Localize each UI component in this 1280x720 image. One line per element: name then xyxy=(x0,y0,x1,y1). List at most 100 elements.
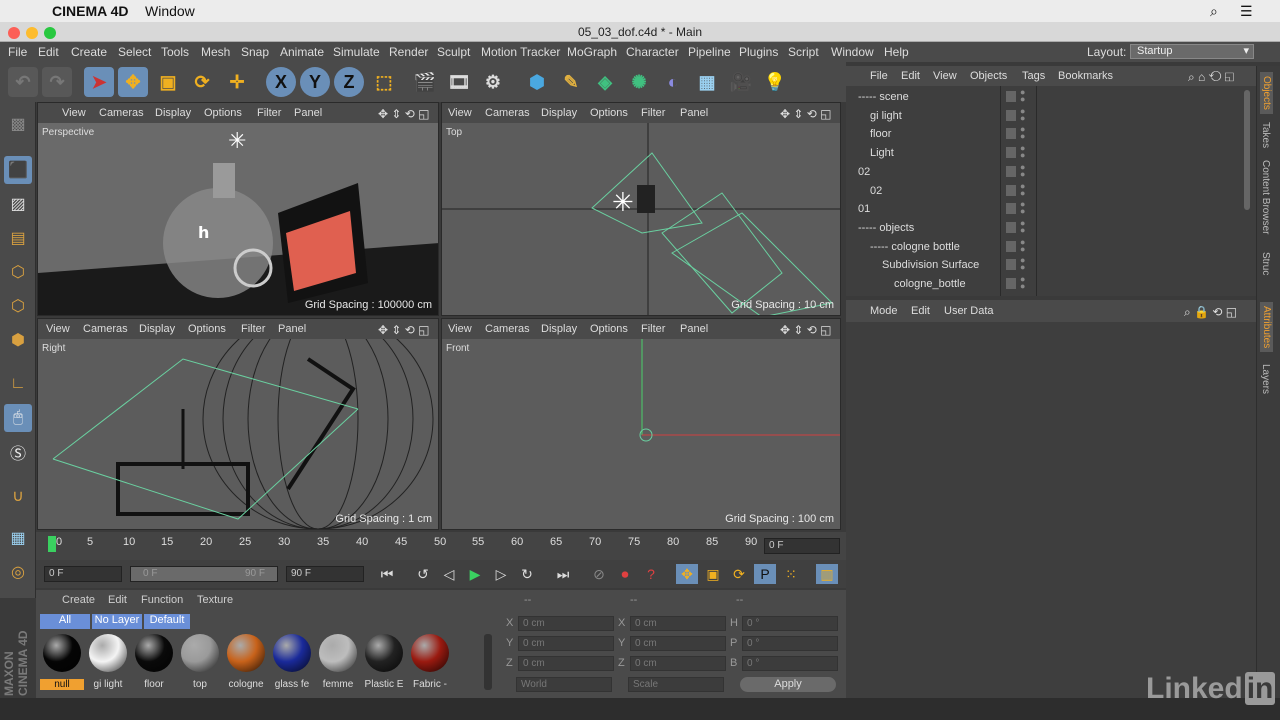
layer-toggle-icon[interactable] xyxy=(1006,203,1016,215)
menu-tools[interactable]: Tools xyxy=(161,45,189,59)
vp-menu-filter[interactable]: Filter xyxy=(641,107,665,119)
object-row[interactable]: 01 ● ● xyxy=(846,200,1246,218)
select-tool-icon[interactable]: ➤ xyxy=(84,67,114,97)
close-window-icon[interactable] xyxy=(8,27,20,39)
mat-menu-edit[interactable]: Edit xyxy=(108,594,127,606)
visibility-dots-icon[interactable]: ● ● xyxy=(1020,106,1025,122)
coord-rot-p-field[interactable]: 0 ° xyxy=(742,636,838,651)
attr-menu-mode[interactable]: Mode xyxy=(870,305,898,317)
menu-file[interactable]: File xyxy=(8,45,27,59)
obj-menu-bookmarks[interactable]: Bookmarks xyxy=(1058,70,1113,82)
visibility-dots-icon[interactable]: ● ● xyxy=(1020,181,1025,197)
timeline-ruler[interactable]: 0 5 10 15 20 25 30 35 40 45 50 55 60 65 … xyxy=(36,532,846,560)
live-select-icon[interactable]: ✛ xyxy=(222,67,252,97)
visibility-dots-icon[interactable]: ● ● xyxy=(1020,218,1025,234)
make-editable-icon[interactable]: ▩ xyxy=(4,110,32,138)
go-to-start-icon[interactable]: ⏮ xyxy=(376,564,398,584)
cube-object-icon[interactable]: ⬢ xyxy=(522,67,552,97)
vp-menu-cameras[interactable]: Cameras xyxy=(485,107,530,119)
vp-menu-cameras[interactable]: Cameras xyxy=(83,323,128,335)
object-row[interactable]: Light ● ● xyxy=(846,144,1246,162)
object-row[interactable]: ----- cologne bottle ● ● xyxy=(846,237,1246,256)
scale-tool-icon[interactable]: ▣ xyxy=(153,67,183,97)
render-view-icon[interactable]: 🎬 xyxy=(410,67,440,97)
object-scrollbar[interactable] xyxy=(1244,90,1250,210)
previous-frame-icon[interactable]: ◁ xyxy=(438,564,460,584)
coord-rot-h-field[interactable]: 0 ° xyxy=(742,616,838,631)
cloner-icon[interactable]: ✺ xyxy=(624,67,654,97)
menu-animate[interactable]: Animate xyxy=(280,45,324,59)
viewport-front[interactable]: View Cameras Display Options Filter Pane… xyxy=(441,318,841,530)
current-frame-field[interactable]: 0 F xyxy=(764,538,840,554)
menu-edit[interactable]: Edit xyxy=(38,45,59,59)
vp-menu-display[interactable]: Display xyxy=(541,323,577,335)
coord-system-select[interactable]: World xyxy=(516,677,612,692)
mac-menu-window[interactable]: Window xyxy=(145,3,195,19)
obj-menu-view[interactable]: View xyxy=(933,70,957,82)
material-swatch[interactable]: top xyxy=(178,632,222,690)
layer-toggle-icon[interactable] xyxy=(1006,240,1016,252)
x-axis-icon[interactable]: X xyxy=(266,67,296,97)
menu-render[interactable]: Render xyxy=(389,45,428,59)
redo-icon[interactable]: ↷ xyxy=(42,67,72,97)
camera-icon[interactable]: 🎥 xyxy=(726,67,756,97)
viewport-top[interactable]: View Cameras Display Options Filter Pane… xyxy=(441,102,841,316)
viewport-nav-icons[interactable]: ✥ ⇕ ⟲ ◱ xyxy=(378,323,430,337)
polygons-mode-icon[interactable]: ⬢ xyxy=(4,326,32,354)
visibility-dots-icon[interactable]: ● ● xyxy=(1020,237,1025,253)
object-row[interactable]: ----- scene ● ● xyxy=(846,88,1246,106)
playhead[interactable] xyxy=(48,536,56,552)
vp-menu-display[interactable]: Display xyxy=(541,107,577,119)
key-position-icon[interactable]: ✥ xyxy=(676,564,698,584)
z-axis-icon[interactable]: Z xyxy=(334,67,364,97)
layer-toggle-icon[interactable] xyxy=(1006,91,1016,102)
next-key-icon[interactable]: ↻ xyxy=(516,564,538,584)
coordinate-system-icon[interactable]: ⬚ xyxy=(369,67,399,97)
end-frame-field[interactable]: 90 F xyxy=(286,566,364,582)
visibility-dots-icon[interactable]: ● ● xyxy=(1020,125,1025,141)
viewport-nav-icons[interactable]: ✥ ⇕ ⟲ ◱ xyxy=(780,107,832,121)
pen-spline-icon[interactable]: ✎ xyxy=(556,67,586,97)
object-toolbar-icons[interactable]: ⌕ ⌂ ⟲ ◱ xyxy=(1188,70,1234,85)
obj-menu-tags[interactable]: Tags xyxy=(1022,70,1045,82)
tab-takes[interactable]: Takes xyxy=(1260,122,1271,148)
workplane-mode-icon[interactable]: ▤ xyxy=(4,224,32,252)
key-scale-icon[interactable]: ▣ xyxy=(702,564,724,584)
edges-mode-icon[interactable]: ⬡ xyxy=(4,292,32,320)
filter-all-tab[interactable]: All xyxy=(40,614,90,629)
vp-menu-panel[interactable]: Panel xyxy=(294,107,322,119)
start-frame-field[interactable]: 0 F xyxy=(44,566,122,582)
menu-snap[interactable]: Snap xyxy=(241,45,269,59)
vp-menu-panel[interactable]: Panel xyxy=(680,323,708,335)
coord-pos-z-field[interactable]: 0 cm xyxy=(518,656,614,671)
menu-select[interactable]: Select xyxy=(118,45,151,59)
object-row[interactable]: cologne_bottle ● ● xyxy=(846,275,1246,293)
move-tool-icon[interactable]: ✥ xyxy=(118,67,148,97)
layer-toggle-icon[interactable] xyxy=(1006,259,1016,271)
subdivision-surface-icon[interactable]: ◈ xyxy=(590,67,620,97)
key-parameter-icon[interactable]: P xyxy=(754,564,776,584)
material-swatch[interactable]: glass fe xyxy=(270,632,314,690)
autokey-icon[interactable]: ⏺ xyxy=(614,564,636,584)
menu-mograph[interactable]: MoGraph xyxy=(567,45,617,59)
menu-help[interactable]: Help xyxy=(884,45,909,59)
vp-menu-display[interactable]: Display xyxy=(139,323,175,335)
viewport-nav-icons[interactable]: ✥ ⇕ ⟲ ◱ xyxy=(378,107,430,121)
menu-window[interactable]: Window xyxy=(831,45,874,59)
vp-menu-filter[interactable]: Filter xyxy=(241,323,265,335)
tweak-mode-icon[interactable]: 🖱 xyxy=(4,404,32,432)
tab-objects[interactable]: Objects xyxy=(1260,72,1273,114)
menu-sculpt[interactable]: Sculpt xyxy=(437,45,470,59)
obj-menu-file[interactable]: File xyxy=(870,70,888,82)
menu-pipeline[interactable]: Pipeline xyxy=(688,45,731,59)
attribute-toolbar-icons[interactable]: ⌕ 🔒 ⟲ ◱ xyxy=(1184,305,1237,320)
preview-range-slider[interactable]: 0 F 90 F xyxy=(130,566,278,582)
tab-content-browser[interactable]: Content Browser xyxy=(1260,160,1271,234)
snap-icon[interactable]: Ⓢ xyxy=(4,438,32,466)
layer-toggle-icon[interactable] xyxy=(1006,278,1016,289)
minimize-window-icon[interactable] xyxy=(26,27,38,39)
material-swatch[interactable]: null xyxy=(40,632,84,690)
layer-toggle-icon[interactable] xyxy=(1006,147,1016,159)
coord-size-mode-select[interactable]: Scale xyxy=(628,677,724,692)
layout-select[interactable]: Startup ▾ xyxy=(1130,44,1254,59)
